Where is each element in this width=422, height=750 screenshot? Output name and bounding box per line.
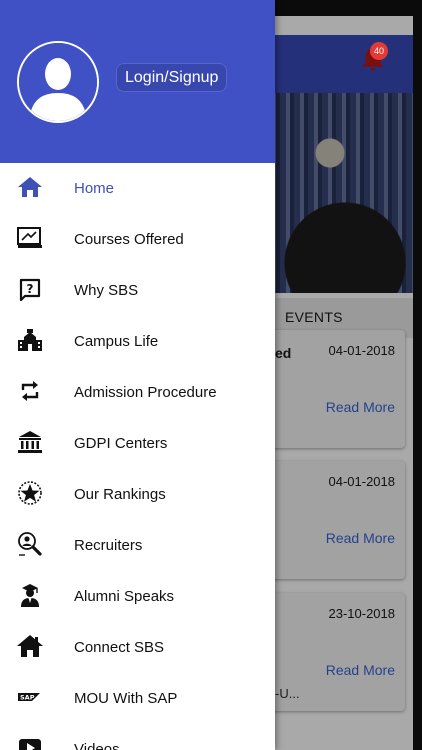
menu-item-courses-offered[interactable]: Courses Offered: [0, 214, 275, 265]
video-play-icon: [19, 739, 41, 750]
menu-item-campus-life[interactable]: Campus Life: [0, 316, 275, 367]
menu-item-home[interactable]: Home: [0, 163, 275, 214]
menu-item-connect-sbs[interactable]: Connect SBS: [0, 622, 275, 673]
house-icon: [17, 635, 43, 657]
courses-board-icon: [17, 227, 42, 248]
drawer-menu: Home Courses Offered ? Why SBS Campus Li…: [0, 163, 275, 750]
event-card[interactable]: 23-10-2018 Read More -U...: [255, 593, 405, 711]
read-more-link[interactable]: Read More: [326, 399, 395, 415]
menu-item-label: Campus Life: [74, 333, 159, 350]
drawer-header: Login/Signup: [0, 0, 275, 163]
menu-item-admission-procedure[interactable]: Admission Procedure: [0, 367, 275, 418]
menu-item-label: Alumni Speaks: [74, 588, 175, 605]
user-silhouette-icon: [19, 43, 97, 121]
svg-text:SAP: SAP: [20, 694, 35, 702]
menu-item-label: Videos: [74, 741, 120, 750]
menu-item-label: Why SBS: [74, 282, 139, 299]
notification-badge: 40: [370, 42, 388, 60]
question-icon: ?: [19, 278, 41, 301]
graduate-icon: [21, 584, 39, 607]
menu-item-mou-with-sap[interactable]: SAP MOU With SAP: [0, 673, 275, 724]
read-more-link[interactable]: Read More: [326, 530, 395, 546]
menu-item-label: GDPI Centers: [74, 435, 168, 452]
event-date: 23-10-2018: [328, 606, 396, 621]
read-more-link[interactable]: Read More: [326, 662, 395, 678]
menu-item-label: Courses Offered: [74, 231, 184, 248]
home-icon: [18, 177, 42, 197]
menu-item-label: Home: [74, 180, 115, 197]
menu-item-gdpi-centers[interactable]: GDPI Centers: [0, 418, 275, 469]
menu-item-videos[interactable]: Videos: [0, 724, 275, 750]
menu-item-label: Our Rankings: [74, 486, 166, 503]
menu-item-our-rankings[interactable]: Our Rankings: [0, 469, 275, 520]
menu-item-label: Admission Procedure: [74, 384, 217, 401]
event-date: 04-01-2018: [328, 343, 396, 358]
recruiter-search-icon: [18, 532, 42, 556]
menu-item-label: Recruiters: [74, 537, 143, 554]
navigation-drawer: Login/Signup Home Courses Offered ? Why: [0, 0, 275, 750]
institution-icon: [18, 431, 42, 453]
event-title: ed: [275, 345, 292, 361]
avatar[interactable]: [17, 41, 99, 123]
menu-item-alumni-speaks[interactable]: Alumni Speaks: [0, 571, 275, 622]
menu-item-recruiters[interactable]: Recruiters: [0, 520, 275, 571]
menu-item-label: MOU With SAP: [74, 690, 178, 707]
event-snippet: -U...: [275, 686, 300, 701]
svg-text:?: ?: [27, 282, 34, 296]
event-card[interactable]: 04-01-2018 Read More: [255, 461, 405, 579]
login-signup-button[interactable]: Login/Signup: [116, 63, 228, 92]
campus-building-icon: [18, 329, 42, 351]
menu-item-label: Connect SBS: [74, 639, 165, 656]
tab-events[interactable]: EVENTS: [285, 309, 343, 325]
event-date: 04-01-2018: [328, 474, 396, 489]
star-badge-icon: [18, 481, 42, 505]
sap-logo-icon: SAP: [18, 693, 40, 702]
refresh-arrows-icon: [21, 381, 39, 401]
event-card[interactable]: ed 04-01-2018 Read More: [255, 330, 405, 448]
menu-item-why-sbs[interactable]: ? Why SBS: [0, 265, 275, 316]
